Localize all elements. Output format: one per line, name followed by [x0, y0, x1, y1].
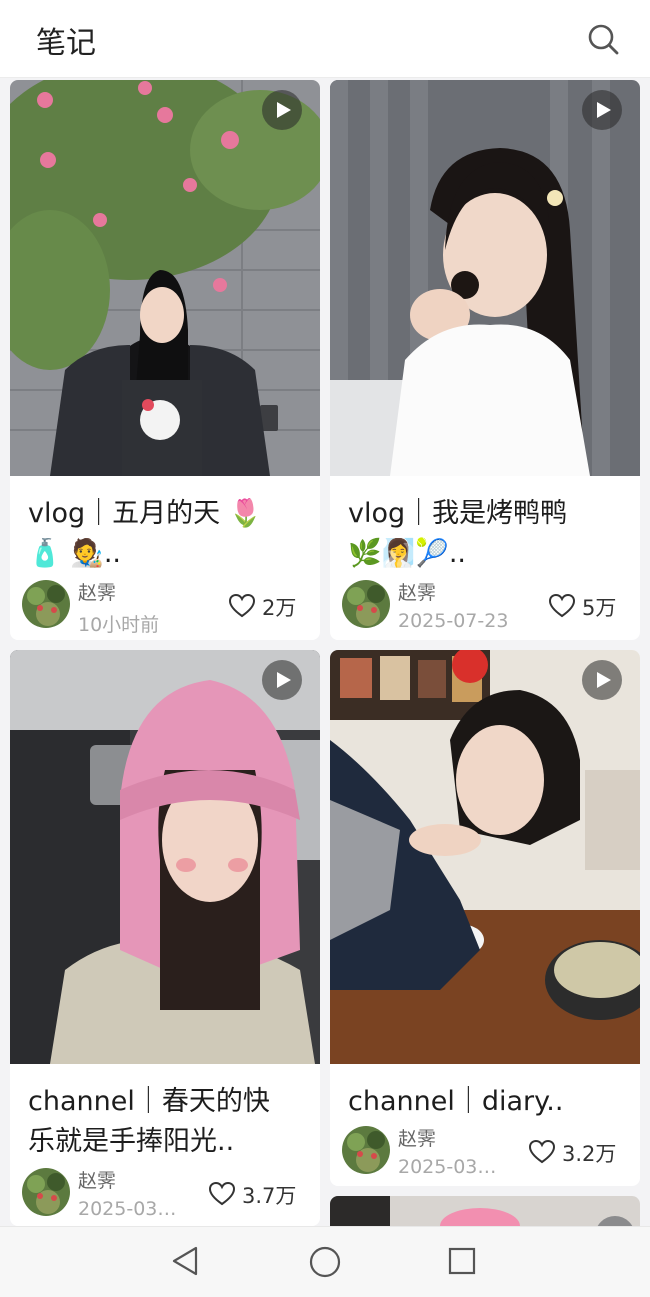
author-name: 赵霁 — [78, 1170, 117, 1192]
heart-icon — [228, 593, 256, 618]
author-name: 赵霁 — [398, 1128, 437, 1150]
post-time: 2025-07-23 — [398, 610, 509, 632]
like-button[interactable]: 3.2万 — [528, 1138, 638, 1166]
note-card[interactable]: channel｜春天的快 乐就是手捧阳光.. 赵霁 2025-03… 3.7万 — [10, 650, 320, 1226]
note-card[interactable]: vlog｜五月的天 🌷 🧴 🧑‍🎨.. 赵霁 10小时前 2万 — [10, 80, 320, 640]
post-time: 2025-03… — [78, 1198, 177, 1220]
top-bar: 笔记 — [0, 0, 650, 78]
notes-feed[interactable]: vlog｜五月的天 🌷 🧴 🧑‍🎨.. 赵霁 10小时前 2万 — [0, 78, 650, 1226]
home-icon[interactable] — [308, 1245, 342, 1279]
note-card[interactable]: channel｜diary.. 赵霁 2025-03… 3.2万 — [330, 650, 640, 1186]
post-time: 10小时前 — [78, 614, 160, 636]
heart-icon — [208, 1181, 236, 1206]
play-icon — [582, 660, 622, 700]
card-title-line2: 乐就是手捧阳光.. — [28, 1126, 235, 1157]
system-nav-bar — [0, 1226, 650, 1297]
cover-image — [10, 80, 320, 476]
like-count: 3.2万 — [562, 1142, 617, 1166]
post-time: 2025-03… — [398, 1156, 497, 1178]
avatar[interactable] — [22, 580, 70, 628]
cover-image — [10, 650, 320, 1064]
note-card[interactable]: vlog｜我是烤鸭鸭 🌿🧖‍♀️🎾.. 赵霁 2025-07-23 5万 — [330, 80, 640, 640]
like-button[interactable]: 3.7万 — [208, 1180, 318, 1208]
like-count: 3.7万 — [242, 1184, 297, 1208]
play-icon — [262, 90, 302, 130]
recents-icon[interactable] — [448, 1247, 476, 1275]
avatar[interactable] — [342, 1126, 390, 1174]
card-title: vlog｜五月的天 🌷 — [28, 498, 263, 529]
avatar[interactable] — [342, 580, 390, 628]
like-count: 2万 — [262, 596, 297, 620]
cover-image — [330, 650, 640, 1064]
page-title: 笔记 — [36, 26, 96, 61]
heart-icon — [528, 1139, 556, 1164]
cover-image — [330, 1196, 640, 1226]
back-icon[interactable] — [170, 1245, 200, 1277]
card-title-line2: 🌿🧖‍♀️🎾.. — [348, 538, 467, 569]
avatar[interactable] — [22, 1168, 70, 1216]
play-icon — [582, 90, 622, 130]
card-title-line2: 🧴 🧑‍🎨.. — [28, 538, 121, 569]
card-title: channel｜diary.. — [348, 1086, 564, 1117]
author-name: 赵霁 — [398, 582, 437, 604]
note-card[interactable] — [330, 1196, 640, 1226]
like-button[interactable]: 5万 — [548, 592, 638, 620]
heart-icon — [548, 593, 576, 618]
card-title: vlog｜我是烤鸭鸭 — [348, 498, 568, 529]
play-icon — [262, 660, 302, 700]
like-button[interactable]: 2万 — [228, 592, 318, 620]
search-icon[interactable] — [586, 22, 620, 56]
card-title: channel｜春天的快 — [28, 1086, 270, 1117]
cover-image — [330, 80, 640, 476]
like-count: 5万 — [582, 596, 617, 620]
author-name: 赵霁 — [78, 582, 117, 604]
